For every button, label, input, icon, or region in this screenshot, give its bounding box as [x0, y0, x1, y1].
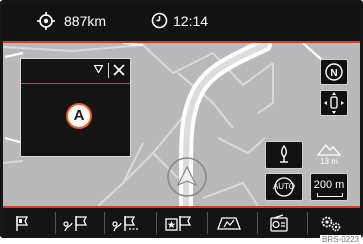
- figure-reference-code: BRS-0223: [320, 235, 361, 244]
- menu-separator: [207, 212, 208, 234]
- range-readout: 887km: [64, 13, 107, 29]
- voice-button[interactable]: [265, 141, 303, 169]
- auto-label: AUTO: [272, 182, 296, 191]
- clock-time: 12:14: [173, 13, 209, 29]
- popup-header-separator: [108, 63, 109, 78]
- route-options-button[interactable]: [106, 208, 143, 235]
- route-options-icon: [111, 216, 138, 232]
- menu-separator: [257, 212, 258, 234]
- map-scale-button[interactable]: 200 m: [310, 173, 348, 201]
- traffic-radio-button[interactable]: [260, 208, 297, 235]
- svg-text:N: N: [330, 68, 337, 79]
- settings-button[interactable]: [312, 208, 349, 235]
- traffic-radio-icon: [269, 214, 288, 232]
- clock-icon: [151, 12, 168, 33]
- mountain-icon: [316, 143, 342, 156]
- close-icon[interactable]: [113, 61, 125, 81]
- navigation-screen: 887km 12:14 A N AUTO 13 m 200 m: [0, 0, 363, 238]
- popup-header: [21, 59, 130, 84]
- map-scale-value: 200 m: [313, 179, 345, 191]
- compass-north-icon: N: [325, 63, 343, 81]
- altitude-value: 13 m: [320, 157, 338, 166]
- compass-north-button[interactable]: N: [320, 59, 348, 85]
- map-view-button[interactable]: [210, 208, 247, 235]
- menu-separator: [156, 212, 157, 234]
- vehicle-position-button[interactable]: [320, 90, 348, 116]
- map-view-icon: [216, 217, 241, 230]
- route-icon: [62, 216, 87, 232]
- scale-bar: [317, 193, 343, 197]
- route-button[interactable]: [56, 208, 93, 235]
- status-bar: 887km 12:14: [3, 3, 360, 41]
- destination-marker-a[interactable]: A: [66, 103, 92, 129]
- favorite-destination-icon: [164, 216, 191, 231]
- auto-zoom-button[interactable]: AUTO: [265, 173, 303, 201]
- altitude-display: 13 m: [310, 141, 348, 169]
- voice-icon: [280, 144, 288, 163]
- triangle-down-icon[interactable]: [93, 64, 104, 76]
- destination-popup: A: [20, 58, 131, 157]
- crosshair-icon: [37, 12, 55, 34]
- favorite-destination-button[interactable]: [159, 208, 196, 235]
- settings-icon: [321, 216, 340, 232]
- vehicle-position-icon: [324, 92, 344, 114]
- destination-flag-icon: [15, 216, 28, 231]
- destination-button[interactable]: [3, 208, 40, 235]
- menu-separator: [307, 212, 308, 234]
- menu-separator: [104, 212, 105, 234]
- bottom-menu-bar: [3, 208, 360, 235]
